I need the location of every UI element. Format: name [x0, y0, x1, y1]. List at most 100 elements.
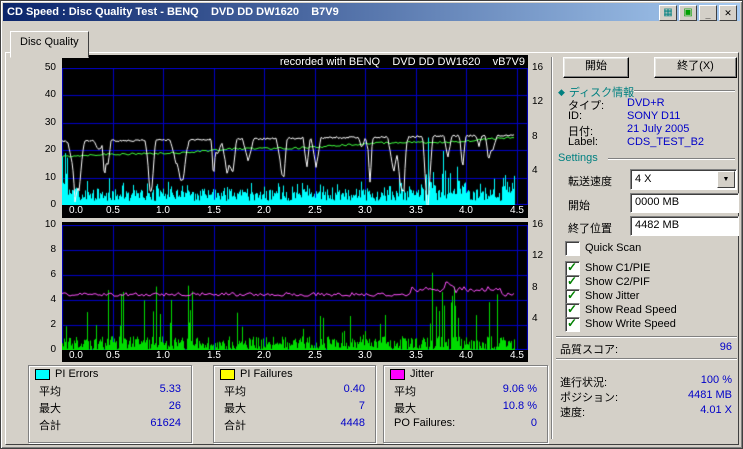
tab-disc-quality[interactable]: Disc Quality — [10, 31, 89, 58]
titlebar-buttons: ▦ ▣ _ ✕ — [659, 5, 737, 21]
axis-tick-label: 4.0 — [459, 350, 473, 361]
stat-label: 最大 — [394, 403, 416, 415]
speed-row: 速度: 4.01 X — [560, 404, 732, 420]
chart-header-text: recorded with BENQ DVD DD DW1620 vB7V9 — [279, 56, 525, 68]
quick-scan-checkbox[interactable] — [565, 240, 580, 256]
pi-failures-swatch — [220, 368, 235, 380]
axis-tick-label: 50 — [44, 62, 56, 73]
info-value: DVD+R — [627, 97, 665, 109]
axis-tick-label: 1.5 — [207, 205, 221, 216]
checkbox-show-c1-pie[interactable]: Show C1/PIE — [565, 260, 651, 276]
disc-type-row: タイプ: DVD+R — [568, 97, 735, 112]
top-chart-canvas — [62, 68, 528, 205]
bottom-chart-panel — [62, 222, 528, 362]
jitter-average-row: 平均 9.06 % — [394, 383, 537, 398]
titlebar: CD Speed : Disc Quality Test - BENQ DVD … — [3, 3, 740, 21]
disc-label-row: Label: CDS_TEST_B2 — [568, 136, 735, 148]
jitter-legend-box: Jitter 平均 9.06 % 最大 10.8 % PO Failures: 0 — [383, 365, 548, 443]
axis-tick-label: 3.0 — [358, 350, 372, 361]
pi-errors-total-row: 合計 61624 — [39, 417, 181, 432]
disc-date-row: 日付: 21 July 2005 — [568, 123, 735, 138]
titlebar-save-icon-button[interactable]: ▣ — [679, 5, 697, 21]
show-c1-pie-label: Show C1/PIE — [585, 262, 651, 274]
show-read-speed-label: Show Read Speed — [585, 304, 677, 316]
quick-scan-label: Quick Scan — [585, 242, 642, 254]
pi-failures-maximum-row: 最大 7 — [224, 400, 365, 415]
checkbox-show-read-speed[interactable]: Show Read Speed — [565, 302, 677, 318]
start-button[interactable]: 開始 — [563, 57, 629, 78]
axis-tick-label: 0 — [50, 344, 56, 355]
position-value: 4481 MB — [687, 389, 732, 401]
axis-tick-label: 6 — [50, 269, 56, 280]
stat-value: 4448 — [340, 417, 365, 429]
axis-tick-label: 4.5 — [510, 205, 524, 216]
panel-divider — [551, 57, 553, 439]
divider — [634, 90, 735, 92]
pi-failures-legend-box: PI Failures 平均 0.40 最大 7 合計 4448 — [213, 365, 376, 443]
axis-tick-label: 20 — [44, 144, 56, 155]
window-title: CD Speed : Disc Quality Test - BENQ DVD … — [7, 6, 339, 18]
stat-label: 最大 — [224, 403, 246, 415]
stat-label: PO Failures: — [394, 417, 456, 429]
end-position-input[interactable]: 4482 MB — [630, 216, 739, 236]
end-position-label: 終了位置 — [568, 223, 612, 235]
stat-label: 最大 — [39, 403, 61, 415]
quality-score-row: 品質スコア: 96 — [560, 341, 732, 357]
axis-tick-label: 2.5 — [308, 350, 322, 361]
axis-tick-label: 3.5 — [409, 205, 423, 216]
axis-tick-label: 0.0 — [69, 350, 83, 361]
stat-value: 10.8 % — [502, 400, 537, 412]
dropdown-button[interactable]: ▼ — [717, 171, 735, 188]
pi-failures-title: PI Failures — [240, 368, 293, 380]
start-position-input[interactable]: 0000 MB — [630, 193, 739, 213]
settings-header: Settings — [558, 152, 598, 164]
close-button[interactable]: ✕ — [719, 5, 737, 21]
pi-failures-total-row: 合計 4448 — [224, 417, 365, 432]
bottom-chart-canvas — [62, 225, 528, 350]
progress-row: 進行状況: 100 % — [560, 374, 732, 390]
axis-tick-label: 8 — [50, 244, 56, 255]
position-label: ポジション: — [560, 392, 619, 404]
axis-tick-label: 40 — [44, 89, 56, 100]
stat-value: 7 — [358, 400, 365, 412]
divider — [556, 358, 737, 360]
pi-errors-average-row: 平均 5.33 — [39, 383, 181, 398]
jitter-maximum-row: 最大 10.8 % — [394, 400, 537, 415]
axis-tick-label: 0.5 — [106, 350, 120, 361]
stat-value: 0 — [530, 417, 537, 429]
position-row: ポジション: 4481 MB — [560, 389, 732, 405]
minimize-button[interactable]: _ — [699, 5, 717, 21]
show-c2-pif-label: Show C2/PIF — [585, 276, 650, 288]
titlebar-chart-icon-button[interactable]: ▦ — [659, 5, 677, 21]
disc-id-row: ID: SONY D11 — [568, 110, 735, 122]
stat-value: 26 — [168, 400, 181, 412]
show-write-speed-label: Show Write Speed — [585, 318, 676, 330]
exit-button[interactable]: 終了(X) — [654, 57, 737, 78]
speed-label: 速度: — [560, 407, 586, 419]
info-value: CDS_TEST_B2 — [627, 136, 705, 148]
speed-value: 4.01 X — [700, 404, 732, 416]
pi-errors-maximum-row: 最大 26 — [39, 400, 181, 415]
info-value: 21 July 2005 — [627, 123, 690, 135]
checkbox-quick-scan[interactable]: Quick Scan — [565, 240, 642, 256]
axis-tick-label: 0.0 — [69, 205, 83, 216]
stat-value: 61624 — [150, 417, 181, 429]
stat-value: 9.06 % — [502, 383, 537, 395]
disc-icon: ◆ — [558, 86, 565, 97]
info-label: ID: — [568, 110, 583, 122]
show-write-speed-checkbox[interactable] — [565, 316, 580, 332]
axis-tick-label: 2 — [50, 319, 56, 330]
settings-header-label: Settings — [558, 152, 598, 164]
checkbox-show-write-speed[interactable]: Show Write Speed — [565, 316, 676, 332]
axis-tick-label: 0 — [50, 199, 56, 210]
stat-label: 合計 — [224, 420, 246, 432]
quality-score-value: 96 — [719, 341, 732, 353]
axis-tick-label: 1.0 — [156, 350, 170, 361]
axis-tick-label: 4.5 — [510, 350, 524, 361]
axis-tick-label: 2.0 — [257, 205, 271, 216]
axis-tick-label: 10 — [44, 172, 56, 183]
checkbox-show-c2-pif[interactable]: Show C2/PIF — [565, 274, 650, 290]
po-failures-row: PO Failures: 0 — [394, 417, 537, 430]
transfer-rate-select[interactable]: 4 X ▼ — [630, 169, 737, 190]
axis-tick-label: 2.0 — [257, 350, 271, 361]
